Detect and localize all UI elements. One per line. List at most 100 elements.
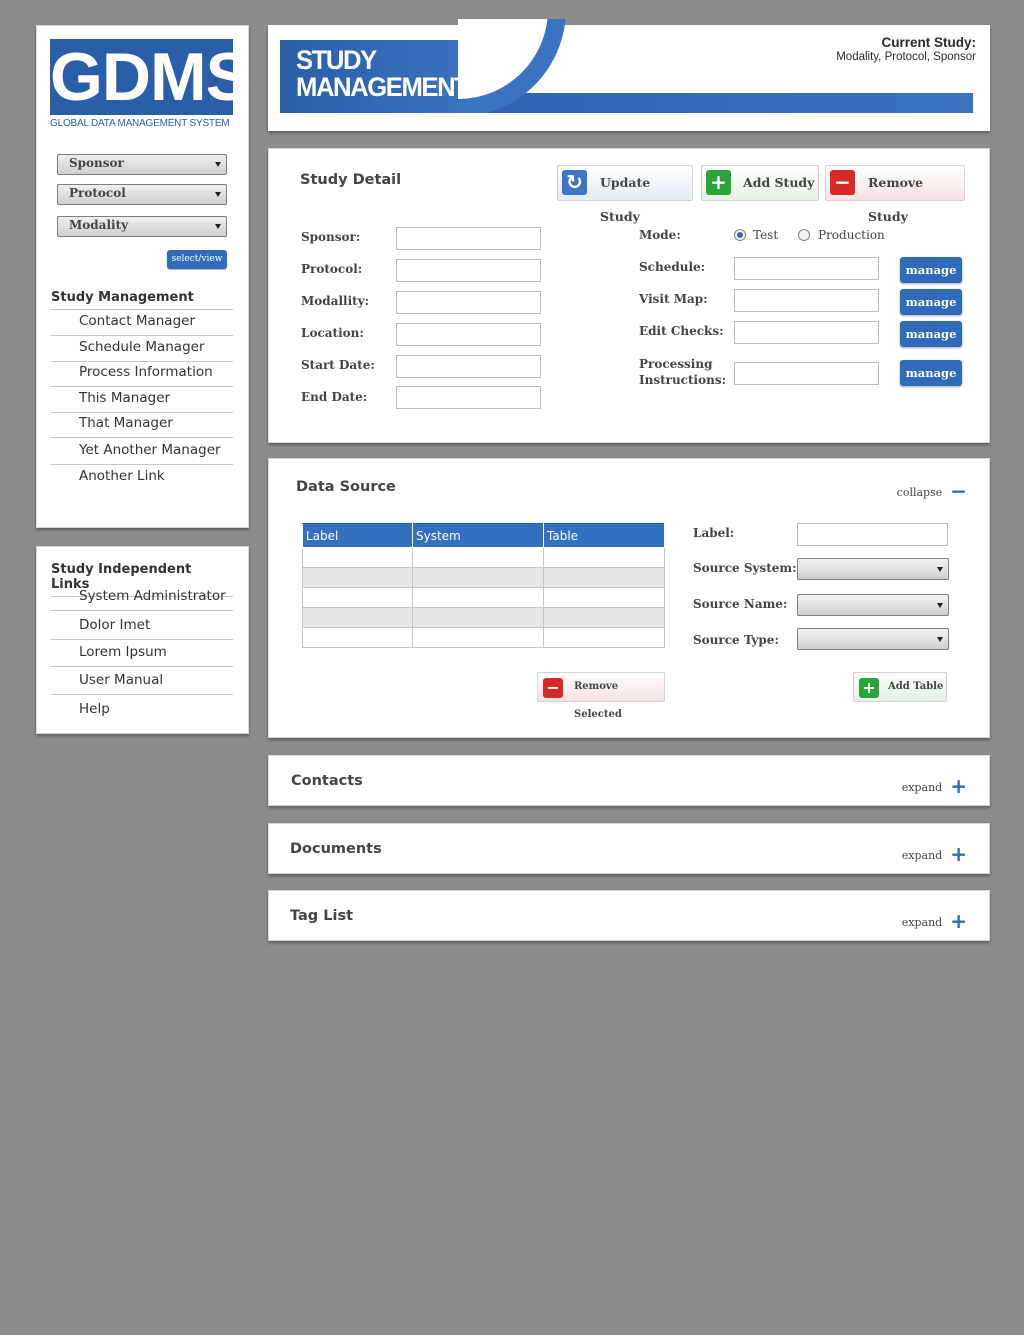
add-study-label: Add Study: [743, 175, 815, 190]
plus-icon: +: [859, 678, 879, 698]
source-type-label: Source Type:: [693, 633, 779, 647]
start-date-label: Start Date:: [301, 358, 375, 372]
source-type-select[interactable]: [797, 628, 949, 650]
add-study-button[interactable]: + Add Study: [701, 165, 819, 201]
remove-study-button[interactable]: − Remove Study: [825, 165, 965, 224]
link-help[interactable]: Help: [51, 698, 233, 724]
protocol-field[interactable]: [396, 259, 541, 282]
table-row[interactable]: [302, 547, 665, 568]
sponsor-dropdown[interactable]: Sponsor: [57, 154, 227, 175]
modality-dropdown[interactable]: Modality: [57, 216, 227, 237]
manage-visit-map-button[interactable]: manage: [900, 289, 962, 315]
visit-map-field[interactable]: [734, 289, 879, 312]
column-header-system[interactable]: System: [412, 523, 544, 548]
chevron-down-icon: [937, 567, 943, 572]
link-dolor-imet[interactable]: Dolor Imet: [51, 614, 233, 640]
schedule-label: Schedule:: [639, 260, 706, 274]
update-study-button[interactable]: ↻ Update Study: [557, 165, 693, 224]
data-source-title: Data Source: [296, 479, 396, 495]
protocol-label: Protocol:: [301, 262, 363, 276]
chevron-down-icon: [937, 637, 943, 642]
tag-list-title: Tag List: [290, 908, 354, 924]
nav-item-that-manager[interactable]: That Manager: [51, 412, 233, 438]
mode-production-radio[interactable]: [798, 229, 810, 241]
nav-item-another-link[interactable]: Another Link: [51, 465, 233, 491]
edit-checks-field[interactable]: [734, 321, 879, 344]
link-lorem-ipsum[interactable]: Lorem Ipsum: [51, 641, 233, 667]
study-detail-title: Study Detail: [300, 172, 402, 188]
ds-label-label: Label:: [693, 526, 735, 540]
link-system-administrator[interactable]: System Administrator: [51, 585, 233, 611]
edit-checks-label: Edit Checks:: [639, 324, 724, 338]
manage-edit-checks-button[interactable]: manage: [900, 321, 962, 347]
table-row[interactable]: [302, 567, 665, 588]
chevron-down-icon: [215, 192, 221, 197]
source-name-select[interactable]: [797, 594, 949, 616]
protocol-dropdown[interactable]: Protocol: [57, 184, 227, 205]
data-source-table: Label System Table: [302, 523, 665, 648]
sidebar-links: Study Independent Links System Administr…: [36, 546, 249, 734]
minus-icon: −: [543, 678, 563, 698]
nav-item-this-manager[interactable]: This Manager: [51, 387, 233, 413]
mode-test-radio[interactable]: [734, 229, 746, 241]
chevron-down-icon: [937, 603, 943, 608]
nav-item-contact-manager[interactable]: Contact Manager: [51, 310, 233, 336]
tag-list-panel: Tag List expand +: [268, 890, 990, 941]
manage-processing-button[interactable]: manage: [900, 360, 962, 386]
update-study-label: Update Study: [600, 175, 651, 224]
column-header-label[interactable]: Label: [302, 523, 413, 548]
processing-instructions-field[interactable]: [734, 362, 879, 385]
sponsor-label: Sponsor:: [301, 230, 361, 244]
documents-expand-toggle[interactable]: expand +: [902, 842, 967, 866]
nav-item-yet-another-manager[interactable]: Yet Another Manager: [51, 439, 233, 465]
end-date-field[interactable]: [396, 386, 541, 409]
source-system-label: Source System:: [693, 561, 797, 575]
table-row[interactable]: [302, 627, 665, 648]
start-date-field[interactable]: [396, 355, 541, 378]
plus-icon: +: [950, 842, 967, 866]
schedule-field[interactable]: [734, 257, 879, 280]
logo-subtitle: GLOBAL DATA MANAGEMENT SYSTEM: [50, 118, 230, 129]
plus-icon: +: [950, 909, 967, 933]
minus-icon: −: [950, 479, 967, 503]
select-view-button[interactable]: select/view: [167, 250, 227, 269]
tag-list-expand-toggle[interactable]: expand +: [902, 909, 967, 933]
column-header-table[interactable]: Table: [543, 523, 665, 548]
location-field[interactable]: [396, 323, 541, 346]
sidebar-main: GDMS GLOBAL DATA MANAGEMENT SYSTEM Spons…: [36, 25, 251, 528]
page-title-line2: MANAGEMENT: [296, 72, 470, 102]
minus-icon: −: [830, 170, 855, 195]
table-row[interactable]: [302, 607, 665, 628]
add-table-button[interactable]: + Add Table: [853, 672, 947, 702]
ds-label-field[interactable]: [797, 523, 948, 546]
modality-field[interactable]: [396, 291, 541, 314]
mode-production-label: Production: [818, 228, 885, 242]
contacts-title: Contacts: [291, 773, 363, 789]
header-curve: [458, 19, 568, 113]
chevron-down-icon: [215, 162, 221, 167]
chevron-down-icon: [215, 224, 221, 229]
source-system-select[interactable]: [797, 558, 949, 580]
link-user-manual[interactable]: User Manual: [51, 669, 233, 695]
current-study-label: Current Study:: [881, 35, 977, 50]
sponsor-field[interactable]: [396, 227, 541, 250]
expand-label: expand: [901, 849, 943, 862]
end-date-label: End Date:: [301, 390, 368, 404]
manage-schedule-button[interactable]: manage: [900, 257, 962, 283]
source-name-label: Source Name:: [693, 597, 788, 611]
sponsor-dropdown-label: Sponsor: [69, 156, 124, 170]
documents-title: Documents: [290, 841, 382, 857]
contacts-panel: Contacts expand +: [268, 755, 990, 806]
table-row[interactable]: [302, 587, 665, 608]
remove-selected-button[interactable]: − Remove Selected: [537, 672, 665, 720]
collapse-toggle[interactable]: collapse −: [897, 479, 967, 503]
nav-heading-study-management[interactable]: Study Management: [51, 290, 233, 310]
collapse-label: collapse: [896, 486, 943, 499]
visit-map-label: Visit Map:: [639, 292, 708, 306]
nav-item-process-information[interactable]: Process Information: [51, 361, 233, 387]
documents-panel: Documents expand +: [268, 823, 990, 874]
page-title-line1: STUDY: [296, 45, 377, 75]
contacts-expand-toggle[interactable]: expand +: [902, 774, 967, 798]
modality-label: Modallity:: [301, 294, 370, 308]
nav-item-schedule-manager[interactable]: Schedule Manager: [51, 336, 233, 362]
